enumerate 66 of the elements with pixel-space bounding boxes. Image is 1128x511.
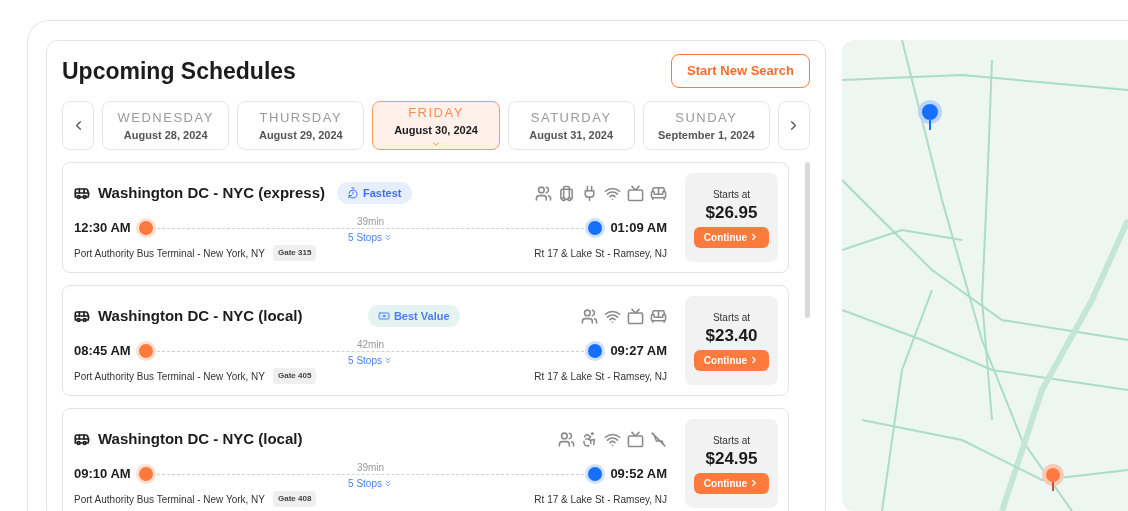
continue-button[interactable]: Continue — [693, 349, 770, 371]
destination-stop: Rt 17 & Lake St - Ramsey, NJ — [534, 492, 667, 507]
origin-stop: Port Authority Bus Terminal - New York, NY — [74, 492, 265, 507]
stops-link[interactable]: 5 Stops — [348, 475, 393, 491]
departure-time: 08:45 AM — [74, 342, 131, 361]
origin-map-pin — [922, 104, 938, 130]
restroom-icon — [535, 184, 552, 202]
double-chevron-icon — [383, 478, 393, 488]
price-caption: Starts at — [712, 188, 751, 203]
crossed-seat-icon — [650, 430, 667, 448]
gate-label: Gate 315 — [273, 245, 317, 261]
route-name: Washington DC - NYC (local) — [98, 305, 303, 326]
seat-icon — [650, 184, 667, 202]
day-tab[interactable]: FRIDAY August 30, 2024 — [372, 101, 500, 150]
route-badge: Fastest — [336, 181, 412, 205]
luggage-icon — [558, 184, 575, 202]
timer-icon — [346, 187, 359, 199]
banknote-icon — [377, 310, 390, 322]
trip-duration: 39min — [356, 214, 385, 229]
page-title: Upcoming Schedules — [62, 56, 296, 86]
start-new-search-button[interactable]: Start New Search — [671, 54, 810, 88]
destination-stop: Rt 17 & Lake St - Ramsey, NJ — [534, 246, 667, 261]
gate-label: Gate 408 — [273, 491, 317, 507]
next-day-button[interactable] — [777, 101, 810, 150]
day-tab[interactable]: WEDNESDAY August 28, 2024 — [102, 101, 230, 150]
bus-icon — [74, 185, 90, 201]
origin-stop: Port Authority Bus Terminal - New York, NY — [74, 369, 265, 384]
arrival-time: 01:09 AM — [610, 219, 667, 238]
destination-map-pin — [1046, 468, 1060, 491]
day-tab[interactable]: SUNDAY September 1, 2024 — [642, 101, 770, 150]
departure-time: 09:10 AM — [74, 465, 131, 484]
route-name: Washington DC - NYC (local) — [98, 428, 303, 449]
continue-button[interactable]: Continue — [693, 226, 770, 248]
plug-icon — [581, 184, 598, 202]
price: $24.95 — [705, 448, 758, 470]
tv-icon — [627, 307, 644, 325]
day-tab[interactable]: THURSDAY August 29, 2024 — [237, 101, 365, 150]
restroom-icon — [558, 430, 575, 448]
gate-label: Gate 405 — [273, 368, 317, 384]
tv-icon — [627, 430, 644, 448]
day-tab[interactable]: SATURDAY August 31, 2024 — [507, 101, 635, 150]
arrival-time: 09:27 AM — [610, 342, 667, 361]
price-caption: Starts at — [712, 434, 751, 449]
continue-button[interactable]: Continue — [693, 472, 770, 494]
arrival-time: 09:52 AM — [610, 465, 667, 484]
tv-icon — [627, 184, 644, 202]
price-caption: Starts at — [712, 311, 751, 326]
seat-icon — [650, 307, 667, 325]
origin-stop: Port Authority Bus Terminal - New York, NY — [74, 246, 265, 261]
bus-icon — [74, 431, 90, 447]
wheelchair-icon — [581, 430, 598, 448]
restroom-icon — [581, 307, 598, 325]
route-name: Washington DC - NYC (express) — [98, 182, 325, 203]
bus-icon — [74, 308, 90, 324]
previous-day-button[interactable] — [62, 101, 95, 150]
stops-link[interactable]: 5 Stops — [348, 229, 393, 245]
destination-stop: Rt 17 & Lake St - Ramsey, NJ — [534, 369, 667, 384]
trip-duration: 39min — [356, 460, 385, 475]
route-badge: Best Value — [367, 304, 460, 328]
double-chevron-icon — [383, 232, 393, 242]
price: $26.95 — [705, 202, 758, 224]
departure-time: 12:30 AM — [74, 219, 131, 238]
price: $23.40 — [705, 325, 758, 347]
stops-link[interactable]: 5 Stops — [348, 352, 393, 368]
double-chevron-icon — [383, 355, 393, 365]
trip-duration: 42min — [356, 337, 385, 352]
